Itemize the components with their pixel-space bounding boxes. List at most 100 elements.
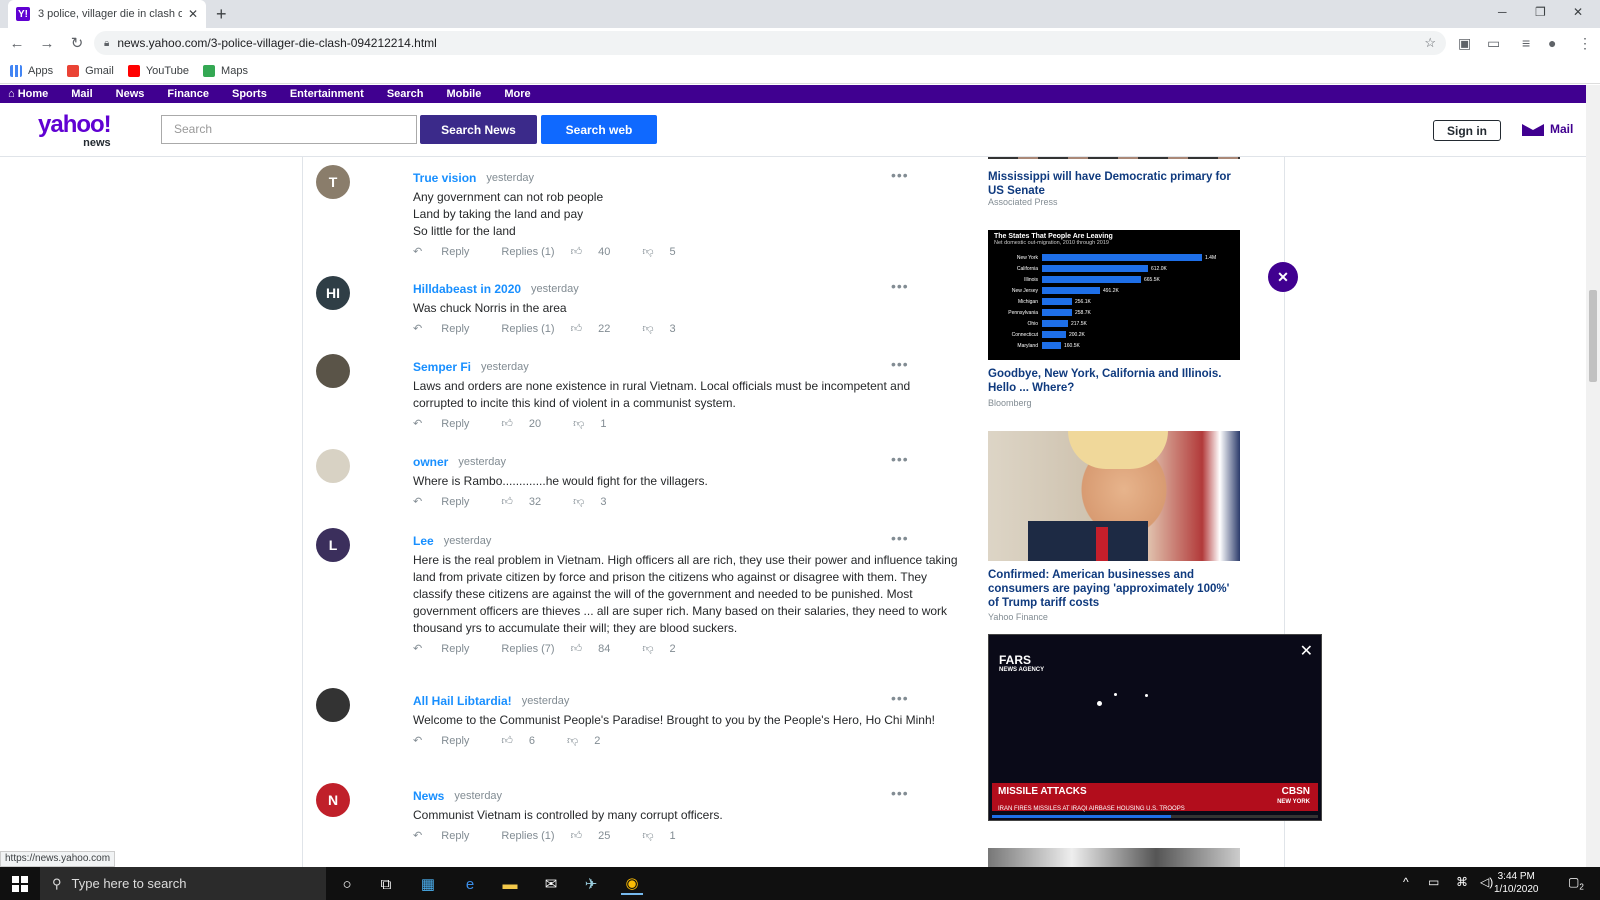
rail-story-1-title[interactable]: Mississippi will have Democratic primary…	[988, 170, 1240, 198]
media-icon[interactable]: ≡	[1522, 35, 1530, 51]
thumbs-down-button[interactable]: 👎︎ 3	[573, 495, 622, 508]
close-icon[interactable]: ✕	[1268, 262, 1298, 292]
store-icon[interactable]: ▦	[417, 873, 439, 895]
more-options-icon[interactable]: •••	[891, 785, 909, 801]
more-options-icon[interactable]: •••	[891, 278, 909, 294]
more-options-icon[interactable]: •••	[891, 356, 909, 372]
tab-close-icon[interactable]: ✕	[188, 7, 198, 21]
cortana-icon[interactable]: ○	[336, 873, 358, 895]
task-view-icon[interactable]: ⧉	[375, 873, 397, 895]
nav-search[interactable]: Search	[387, 88, 424, 100]
rail-story-2-chart-image[interactable]: The States That People Are Leaving Net d…	[988, 230, 1240, 360]
nav-sports[interactable]: Sports	[232, 88, 267, 100]
thumbs-up-button[interactable]: 👍︎ 40	[571, 245, 627, 258]
replies-button[interactable]: Replies (7)	[501, 643, 554, 655]
scrollbar-thumb[interactable]	[1589, 290, 1597, 382]
battery-icon[interactable]: ▭	[1428, 875, 1439, 889]
forward-icon[interactable]: →	[34, 35, 60, 52]
reply-button[interactable]: ↶ Reply	[413, 829, 485, 842]
chrome-icon[interactable]: ◉	[621, 873, 643, 895]
thumbs-up-button[interactable]: 👍︎ 6	[501, 734, 551, 747]
nav-entertainment[interactable]: Entertainment	[290, 88, 364, 100]
more-options-icon[interactable]: •••	[891, 530, 909, 546]
sign-in-button[interactable]: Sign in	[1433, 120, 1501, 141]
window-close-icon[interactable]: ✕	[1573, 5, 1583, 19]
comment-author[interactable]: News	[413, 789, 444, 803]
search-web-button[interactable]: Search web	[541, 115, 657, 144]
restore-icon[interactable]: ❐	[1535, 5, 1546, 19]
avatar[interactable]: L	[316, 528, 350, 562]
edge-icon[interactable]: e	[459, 873, 481, 895]
thumbs-up-button[interactable]: 👍︎ 22	[571, 322, 627, 335]
menu-kebab-icon[interactable]: ⋮	[1578, 35, 1592, 52]
comment-author[interactable]: Lee	[413, 534, 434, 548]
nav-finance[interactable]: Finance	[167, 88, 209, 100]
extension-icon[interactable]: ▣	[1458, 35, 1471, 52]
replies-button[interactable]: Replies (1)	[501, 830, 554, 842]
bookmark-gmail[interactable]: Gmail	[67, 64, 114, 77]
avatar[interactable]: T	[316, 165, 350, 199]
reply-button[interactable]: ↶ Reply	[413, 245, 485, 258]
notifications-icon[interactable]: ▢2	[1568, 875, 1584, 891]
mail-app-icon[interactable]: ✉	[540, 873, 562, 895]
search-input[interactable]: Search	[161, 115, 417, 144]
rail-story-4-image[interactable]	[988, 848, 1240, 868]
tray-chevron-icon[interactable]: ^	[1403, 875, 1409, 889]
bookmark-star-icon[interactable]: ☆	[1424, 35, 1436, 51]
replies-button[interactable]: Replies (1)	[501, 246, 554, 258]
thumbs-up-button[interactable]: 👍︎ 25	[571, 829, 627, 842]
more-options-icon[interactable]: •••	[891, 690, 909, 706]
thumbs-down-button[interactable]: 👎︎ 5	[642, 245, 691, 258]
nav-mobile[interactable]: Mobile	[447, 88, 482, 100]
taskbar-search[interactable]: ⚲ Type here to search	[40, 867, 326, 900]
rail-story-1-image[interactable]	[988, 157, 1240, 159]
reply-button[interactable]: ↶ Reply	[413, 417, 485, 430]
rail-story-2-title[interactable]: Goodbye, New York, California and Illino…	[988, 367, 1240, 395]
thumbs-down-button[interactable]: 👎︎ 2	[567, 734, 616, 747]
video-close-icon[interactable]: ✕	[1300, 641, 1313, 661]
avatar[interactable]: HI	[316, 276, 350, 310]
rail-story-3-image[interactable]	[988, 431, 1240, 561]
page-scrollbar[interactable]	[1586, 85, 1600, 867]
reload-icon[interactable]: ↻	[64, 34, 90, 52]
file-explorer-icon[interactable]: ▬	[499, 873, 521, 895]
taskbar-clock[interactable]: 3:44 PM 1/10/2020	[1494, 870, 1539, 896]
video-progress-bar[interactable]	[992, 815, 1318, 818]
search-news-button[interactable]: Search News	[420, 115, 537, 144]
avatar[interactable]	[316, 449, 350, 483]
thumbs-down-button[interactable]: 👎︎ 3	[642, 322, 691, 335]
comment-author[interactable]: owner	[413, 455, 448, 469]
more-options-icon[interactable]: •••	[891, 451, 909, 467]
volume-icon[interactable]: ◁)	[1480, 875, 1493, 889]
nav-more[interactable]: More	[504, 88, 530, 100]
rail-story-3-title[interactable]: Confirmed: American businesses and consu…	[988, 568, 1240, 610]
reply-button[interactable]: ↶ Reply	[413, 642, 485, 655]
minimize-icon[interactable]: ─	[1498, 5, 1507, 19]
yahoo-news-logo[interactable]: yahoo! news	[38, 113, 112, 150]
browser-tab[interactable]: Y! 3 police, villager die in clash ove ✕	[8, 0, 206, 28]
network-icon[interactable]: ⌘	[1456, 875, 1468, 889]
start-windows-icon[interactable]	[12, 876, 28, 892]
avatar[interactable]	[316, 354, 350, 388]
thumbs-down-button[interactable]: 👎︎ 2	[642, 642, 691, 655]
thumbs-down-button[interactable]: 👎︎ 1	[642, 829, 691, 842]
nav-mail[interactable]: Mail	[71, 88, 92, 100]
comment-author[interactable]: Semper Fi	[413, 360, 471, 374]
bookmark-youtube[interactable]: YouTube	[127, 64, 189, 77]
thumbs-up-button[interactable]: 👍︎ 84	[571, 642, 627, 655]
nav-news[interactable]: News	[116, 88, 145, 100]
bookmark-maps[interactable]: Maps	[203, 64, 248, 77]
new-tab-icon[interactable]: +	[216, 4, 227, 25]
more-options-icon[interactable]: •••	[891, 167, 909, 183]
reply-button[interactable]: ↶ Reply	[413, 495, 485, 508]
address-bar[interactable]: 🔒︎ news.yahoo.com/3-police-villager-die-…	[94, 31, 1446, 55]
video-player[interactable]: ✕ FARS NEWS AGENCY MISSILE ATTACKS IRAN F…	[988, 634, 1322, 821]
reply-button[interactable]: ↶ Reply	[413, 734, 485, 747]
avatar[interactable]: N	[316, 783, 350, 817]
extension-puzzle-icon[interactable]: ▭	[1487, 35, 1500, 52]
profile-icon[interactable]: ●	[1548, 35, 1556, 51]
reply-button[interactable]: ↶ Reply	[413, 322, 485, 335]
thumbs-down-button[interactable]: 👎︎ 1	[573, 417, 622, 430]
thumbs-up-button[interactable]: 👍︎ 20	[501, 417, 557, 430]
comment-author[interactable]: Hilldabeast in 2020	[413, 282, 521, 296]
